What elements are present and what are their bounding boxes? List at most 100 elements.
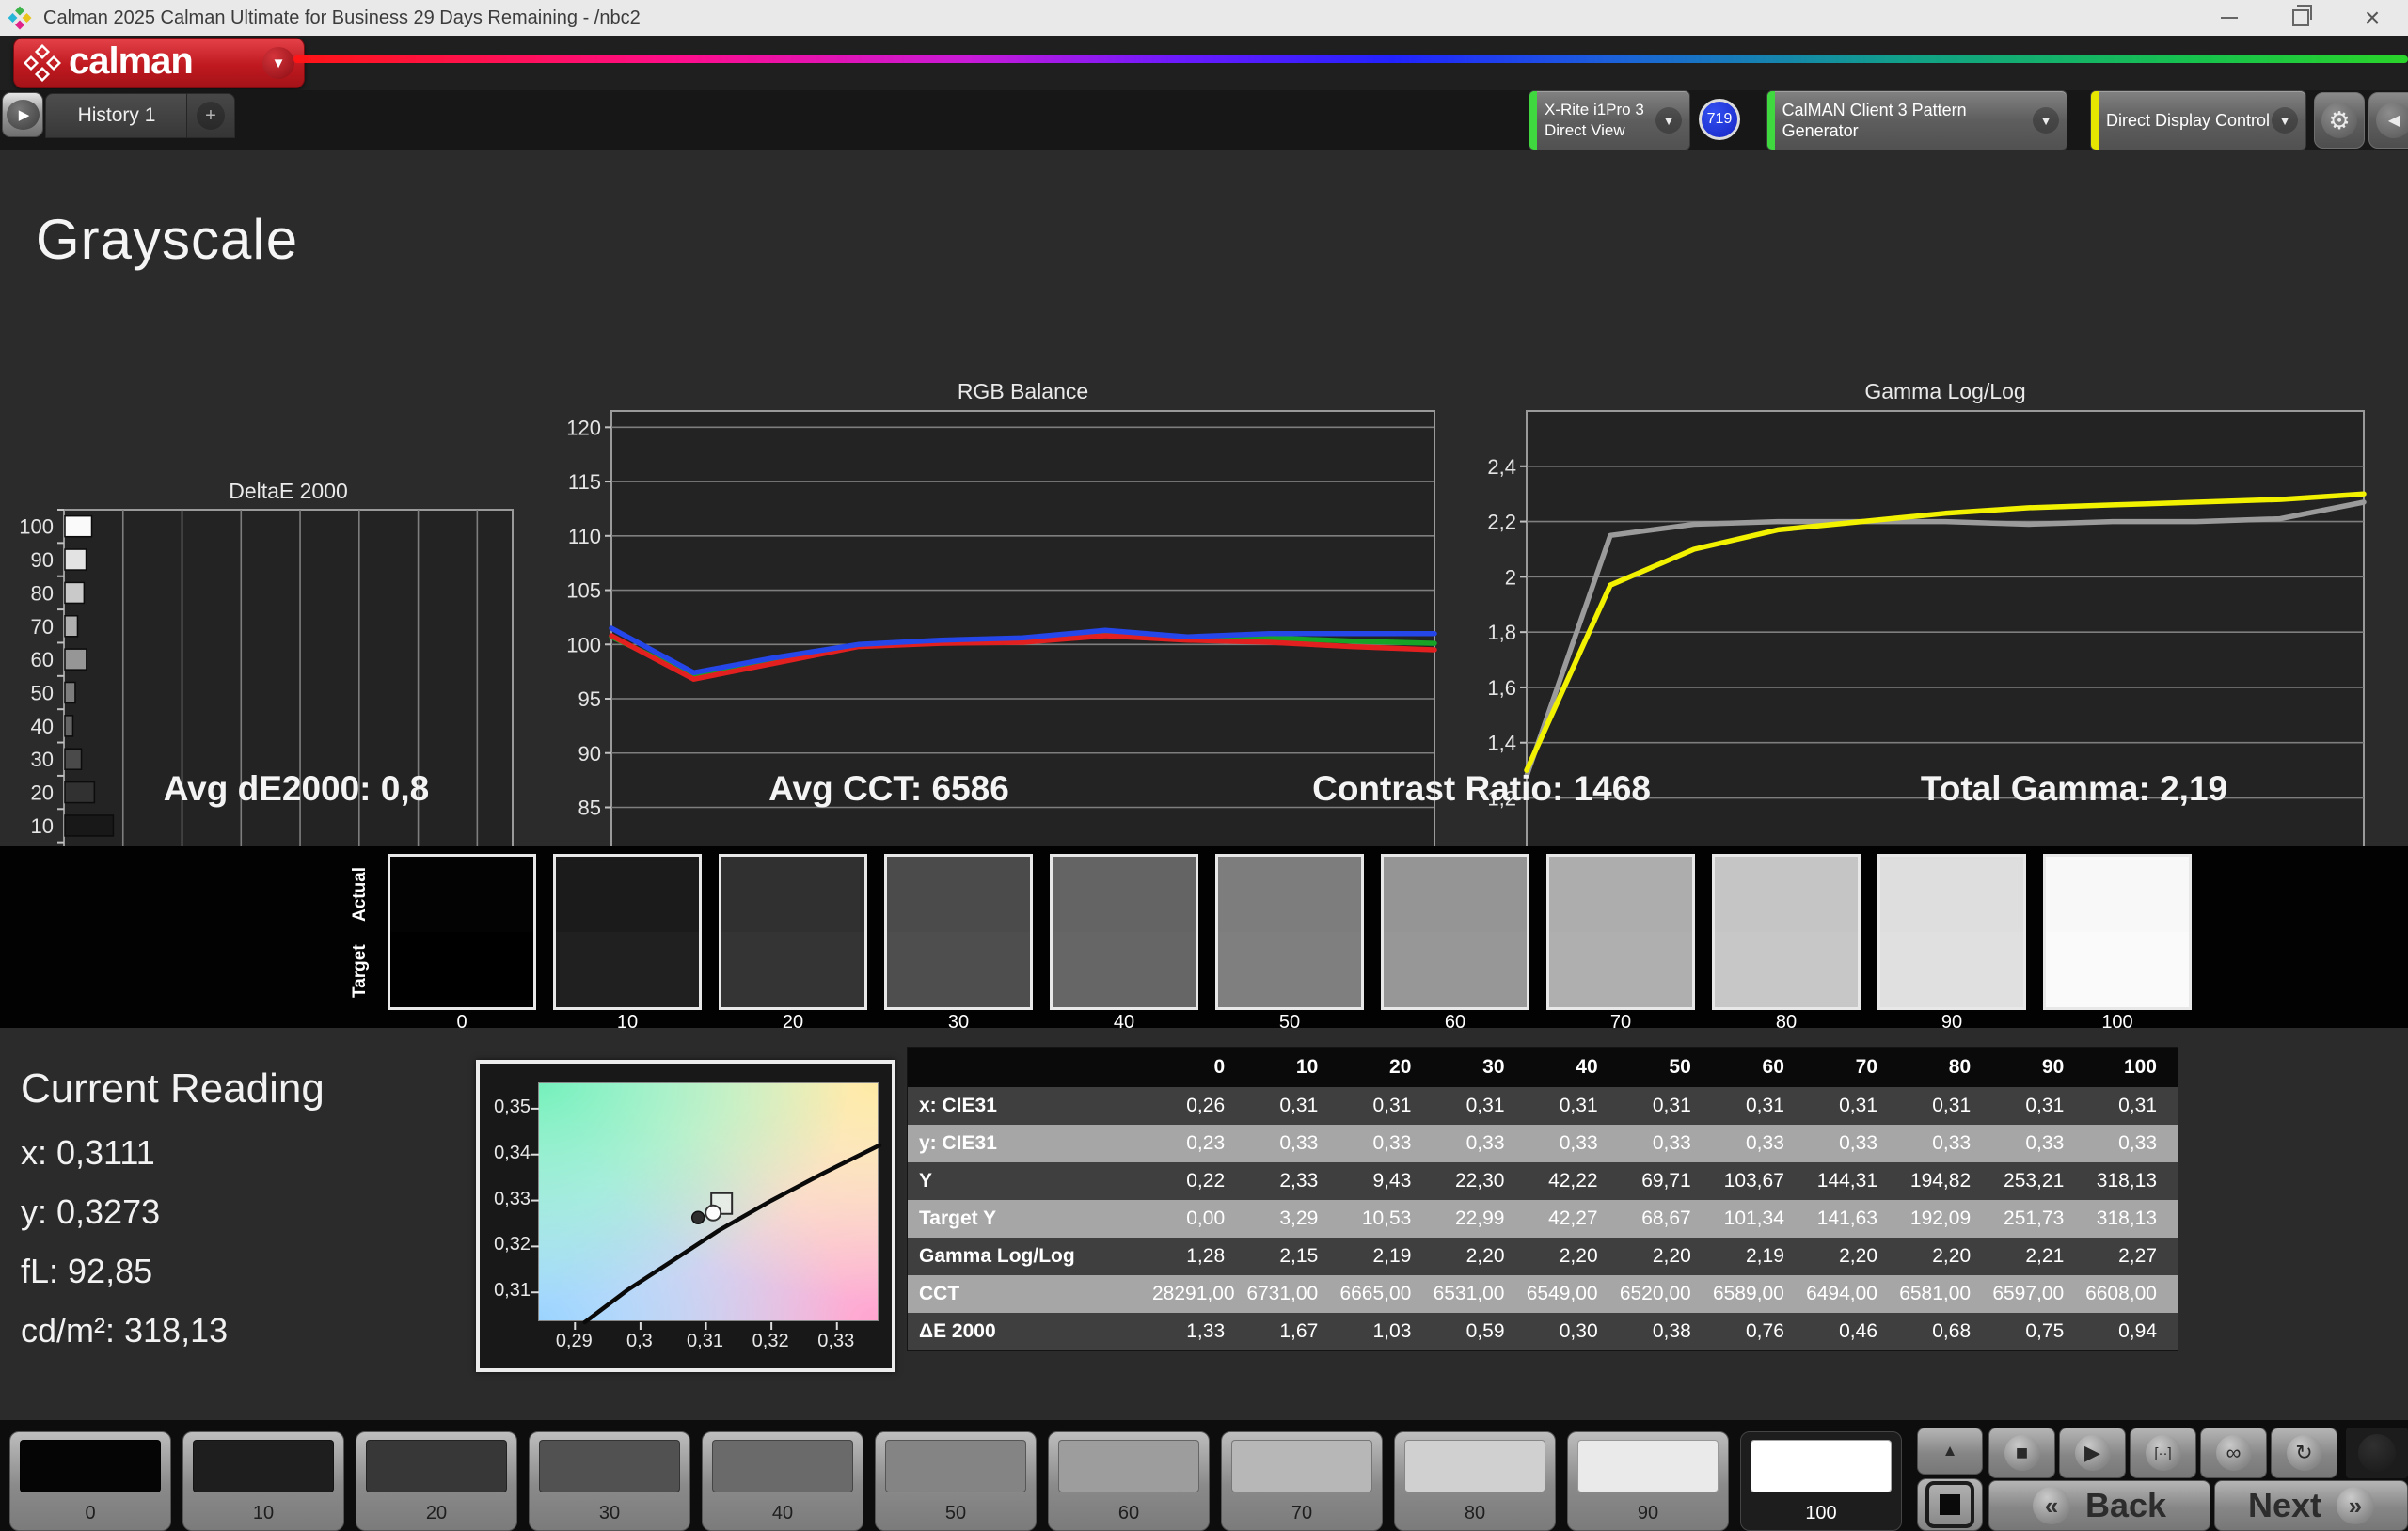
actual-patch-10 [556,857,699,932]
title-bar: Calman 2025 Calman Ultimate for Business… [0,0,2408,36]
table-cell: 0,30 [1525,1313,1619,1351]
table-cell: 0,68 [1898,1313,1992,1351]
meter-dropdown[interactable]: X-Rite i1Pro 3 Direct View ▼ [1529,90,1690,150]
restore-button[interactable] [2265,0,2337,36]
table-row: y: CIE31 0,23 0,33 0,33 0,33 0,33 0,33 0,33 0,33… [907,1125,2178,1162]
display-control-dropdown[interactable]: Direct Display Control ▼ [2090,90,2306,150]
settings-button[interactable]: ⚙ [2314,92,2365,149]
table-cell: 6731,00 [1245,1275,1339,1313]
display-control-name: Direct Display Control [2106,111,2271,130]
level-button-80[interactable]: 80 [1394,1431,1556,1531]
pattern-window-button[interactable]: [··] [2130,1428,2196,1478]
chevron-left-icon: ◀ [2376,103,2408,138]
disabled-circle-icon [2358,1434,2396,1472]
meter-name: X-Rite i1Pro 3 [1545,101,1644,118]
chevrons-left-icon: « [2032,1487,2070,1524]
level-button-60[interactable]: 60 [1048,1431,1210,1531]
svg-text:40: 40 [31,715,54,738]
cie-overlay [531,1107,882,1330]
arrow-up-icon: ▲ [1941,1442,1958,1460]
level-label: 0 [85,1503,96,1523]
svg-text:90: 90 [31,548,54,572]
table-row-label: x: CIE31 [907,1087,1152,1125]
cie-diagram [531,1082,882,1330]
actual-patch-90 [1880,857,2023,932]
grayscale-swatch-30 [884,854,1033,1010]
cie-x-tick-label: 0,29 [555,1331,593,1351]
measurement-table: 0 10 20 30 40 50 60 70 80 90 100 x: CIE31 0,26 0,31 0,… [907,1047,2178,1351]
table-row: Y 0,22 2,33 9,43 22,30 42,22 69,71 103,67 144,31… [907,1162,2178,1200]
svg-text:1,6: 1,6 [1487,676,1516,700]
level-button-20[interactable]: 20 [356,1431,517,1531]
table-cell: 2,33 [1245,1162,1339,1200]
svg-text:95: 95 [578,687,601,711]
slide-up-button[interactable]: ▲ [1917,1428,1983,1475]
table-cell: 2,19 [1339,1238,1433,1275]
table-cell: 0,33 [1618,1125,1712,1162]
plus-icon: + [197,102,225,130]
tab-history-1[interactable]: History 1 [45,93,188,138]
table-cell: 22,30 [1432,1162,1526,1200]
close-button[interactable]: × [2337,0,2408,36]
brand-name: calman [69,39,194,82]
level-button-10[interactable]: 10 [182,1431,344,1531]
pattern-generator-name: CalMAN Client 3 Pattern Generator [1782,101,1967,140]
collapse-panel-button[interactable]: ◀ [2368,92,2408,149]
target-patch-70 [1549,932,1692,1007]
refresh-button[interactable]: ↻ [2271,1428,2337,1478]
grayscale-swatch-60 [1381,854,1529,1010]
add-tab-button[interactable]: + [186,93,235,138]
next-button[interactable]: Next » [2214,1480,2408,1531]
svg-text:110: 110 [568,525,601,548]
level-button-100[interactable]: 100 [1740,1431,1902,1531]
level-label: 20 [425,1503,448,1523]
actual-patch-0 [390,857,533,932]
reading-section: Current Reading x: 0,3111 y: 0,3273 fL: … [0,1028,2408,1420]
actual-patch-70 [1549,857,1692,932]
table-cell: 6608,00 [2084,1275,2178,1313]
table-cell: 101,34 [1711,1200,1805,1238]
chart-canvas: RGB Balance80859095100105110115120010203… [566,379,1451,906]
table-cell: 0,75 [1991,1313,2085,1351]
minimize-button[interactable] [2194,0,2265,36]
level-swatch-90 [1577,1440,1719,1492]
minimize-icon [2221,17,2238,19]
table-cell: 3,29 [1245,1200,1339,1238]
cie-x-tick-label: 0,32 [752,1331,789,1351]
stop-large-button[interactable] [1917,1478,1983,1531]
actual-patch-40 [1053,857,1196,932]
play-button[interactable]: ▶ [2059,1428,2126,1478]
table-column-header: 50 [1618,1047,1712,1087]
back-button[interactable]: « Back [1988,1480,2210,1531]
level-button-70[interactable]: 70 [1221,1431,1383,1531]
table-row: x: CIE31 0,26 0,31 0,31 0,31 0,31 0,31 0,31 0,31… [907,1087,2178,1125]
main-content: Grayscale DeltaE 20000246810121410090807… [0,150,2408,914]
level-label: 100 [1805,1503,1837,1523]
page-title: Grayscale [36,208,299,271]
level-button-50[interactable]: 50 [875,1431,1037,1531]
level-button-40[interactable]: 40 [702,1431,863,1531]
cie-y-tick-label: 0,33 [494,1188,531,1209]
level-button-0[interactable]: 0 [9,1431,171,1531]
display-status-bar [2091,91,2099,150]
gamma-chart: Gamma Log/Log11,21,41,61,822,22,40102030… [1477,376,2381,923]
calman-menu-button[interactable]: calman ▼ [13,38,305,88]
expand-panel-button[interactable]: ▶ [2,92,43,137]
table-cell: 28291,00 [1152,1275,1246,1313]
meter-badge[interactable]: 719 [1699,99,1740,140]
table-cell: 0,33 [1432,1125,1526,1162]
stop-button[interactable]: ■ [1988,1428,2055,1478]
level-label: 90 [1637,1503,1659,1523]
pattern-generator-dropdown[interactable]: CalMAN Client 3 Pattern Generator ▼ [1766,90,2067,150]
level-button-30[interactable]: 30 [529,1431,690,1531]
table-cell: 0,46 [1804,1313,1898,1351]
actual-patch-80 [1715,857,1858,932]
table-cell: 253,21 [1991,1162,2085,1200]
loop-button[interactable]: ∞ [2200,1428,2267,1478]
level-button-90[interactable]: 90 [1567,1431,1729,1531]
level-swatch-60 [1058,1440,1199,1492]
table-cell: 6597,00 [1991,1275,2085,1313]
svg-text:105: 105 [566,579,601,603]
actual-patch-20 [721,857,864,932]
chevron-down-icon: ▼ [2033,107,2059,134]
